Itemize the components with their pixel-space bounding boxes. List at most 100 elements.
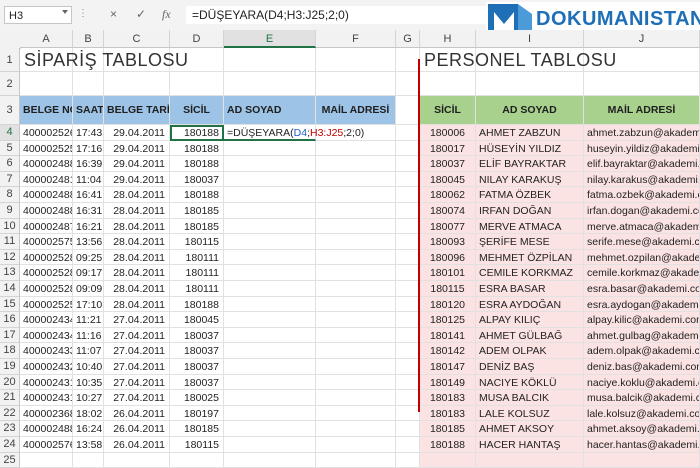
- table-cell[interactable]: esra.basar@akademi.com: [584, 281, 700, 297]
- table-cell[interactable]: 180037: [170, 171, 224, 188]
- cell[interactable]: [396, 187, 420, 203]
- row-header-16[interactable]: 16: [0, 312, 20, 328]
- cell[interactable]: [316, 203, 396, 219]
- table-cell[interactable]: 16:41: [73, 187, 104, 203]
- cell[interactable]: [316, 312, 396, 328]
- row-header-3[interactable]: 3: [0, 96, 20, 125]
- enter-button[interactable]: ✓: [136, 7, 146, 21]
- table-cell[interactable]: 27.04.2011: [104, 343, 170, 359]
- table-cell[interactable]: ŞERİFE MESE: [476, 234, 584, 250]
- formula-edit-cell[interactable]: =DÜŞEYARA(D4;H3:J25;2;0): [224, 125, 364, 141]
- cell[interactable]: [224, 187, 316, 203]
- cell[interactable]: [316, 265, 396, 281]
- table-cell[interactable]: 26.04.2011: [104, 405, 170, 422]
- column-header-j[interactable]: J: [584, 30, 700, 48]
- table-cell[interactable]: 180115: [170, 437, 224, 453]
- cell[interactable]: [224, 140, 316, 157]
- column-header-g[interactable]: G: [396, 30, 420, 48]
- cell[interactable]: [316, 72, 396, 96]
- table-cell[interactable]: 16:24: [73, 421, 104, 437]
- insert-function-button[interactable]: fx: [162, 7, 171, 22]
- table-cell[interactable]: 180045: [420, 171, 476, 188]
- table-cell[interactable]: 4000024338: [20, 343, 73, 359]
- table-cell[interactable]: 180111: [170, 265, 224, 281]
- cell[interactable]: [316, 156, 396, 172]
- table-cell[interactable]: 10:27: [73, 390, 104, 406]
- cell[interactable]: [396, 72, 420, 96]
- row-header-6[interactable]: 6: [0, 156, 20, 172]
- table-cell[interactable]: 13:56: [73, 234, 104, 250]
- row-header-12[interactable]: 12: [0, 249, 20, 266]
- cell[interactable]: [476, 452, 584, 468]
- cell[interactable]: [224, 312, 316, 328]
- table-cell[interactable]: 17:43: [73, 125, 104, 141]
- cell[interactable]: [396, 48, 420, 72]
- cell[interactable]: [316, 171, 396, 188]
- table-cell[interactable]: ALPAY KILIÇ: [476, 312, 584, 328]
- table-cell[interactable]: 180062: [420, 187, 476, 203]
- table-cell[interactable]: esra.aydogan@akademi.c: [584, 296, 700, 313]
- table-cell[interactable]: 180149: [420, 374, 476, 391]
- table-cell[interactable]: 17:16: [73, 140, 104, 157]
- table-cell[interactable]: 4000024310: [20, 390, 73, 406]
- cell[interactable]: [396, 203, 420, 219]
- table-cell[interactable]: ahmet.zabzun@akademi.c: [584, 125, 700, 141]
- row-header-2[interactable]: 2: [0, 72, 20, 96]
- cell[interactable]: [396, 359, 420, 375]
- cell[interactable]: [224, 249, 316, 266]
- row-header-5[interactable]: 5: [0, 140, 20, 157]
- cell[interactable]: [420, 452, 476, 468]
- row-header-10[interactable]: 10: [0, 218, 20, 235]
- table-cell[interactable]: 180074: [420, 203, 476, 219]
- table-cell[interactable]: NACIYE KÖKLÜ: [476, 374, 584, 391]
- cell[interactable]: [170, 72, 224, 96]
- table-cell[interactable]: lale.kolsuz@akademi.co: [584, 405, 700, 422]
- column-header-c[interactable]: C: [104, 30, 170, 48]
- cell[interactable]: [396, 125, 420, 141]
- table-cell[interactable]: 180101: [420, 265, 476, 281]
- table-cell[interactable]: 10:40: [73, 359, 104, 375]
- cell[interactable]: [396, 156, 420, 172]
- cell[interactable]: [396, 171, 420, 188]
- table-cell[interactable]: MEHMET ÖZPİLAN: [476, 249, 584, 266]
- table-cell[interactable]: 18:02: [73, 405, 104, 422]
- column-header-h[interactable]: H: [420, 30, 476, 48]
- table-cell[interactable]: 180183: [420, 390, 476, 406]
- cell[interactable]: [316, 452, 396, 468]
- table-cell[interactable]: 180077: [420, 218, 476, 235]
- cell[interactable]: [396, 296, 420, 313]
- table-cell[interactable]: 10:35: [73, 374, 104, 391]
- table-cell[interactable]: 17:10: [73, 296, 104, 313]
- table-cell[interactable]: 16:31: [73, 203, 104, 219]
- table-cell[interactable]: 11:21: [73, 312, 104, 328]
- cell[interactable]: [316, 48, 396, 72]
- column-header-d[interactable]: D: [170, 30, 224, 48]
- cell[interactable]: [316, 187, 396, 203]
- cell[interactable]: [316, 405, 396, 422]
- table-cell[interactable]: 4000024816: [20, 171, 73, 188]
- cell[interactable]: [316, 281, 396, 297]
- table-cell[interactable]: ahmet.aksoy@akademi.c: [584, 421, 700, 437]
- cell[interactable]: [396, 343, 420, 359]
- table-cell[interactable]: 180017: [420, 140, 476, 157]
- table-cell[interactable]: 4000025761: [20, 437, 73, 453]
- table-cell[interactable]: 4000024887: [20, 187, 73, 203]
- table-cell[interactable]: 11:04: [73, 171, 104, 188]
- table-cell[interactable]: 180006: [420, 125, 476, 141]
- column-header-f[interactable]: F: [316, 30, 396, 48]
- table-cell[interactable]: 4000024884: [20, 203, 73, 219]
- table-cell[interactable]: 180188: [170, 187, 224, 203]
- cell[interactable]: [316, 249, 396, 266]
- table-cell[interactable]: 180147: [420, 359, 476, 375]
- table-cell[interactable]: 180188: [170, 156, 224, 172]
- cell[interactable]: [396, 312, 420, 328]
- table-cell[interactable]: NILAY KARAKUŞ: [476, 171, 584, 188]
- cell[interactable]: [316, 327, 396, 344]
- table-cell[interactable]: 28.04.2011: [104, 249, 170, 266]
- table-cell[interactable]: AHMET ZABZUN: [476, 125, 584, 141]
- cell[interactable]: [396, 437, 420, 453]
- table-cell[interactable]: 27.04.2011: [104, 359, 170, 375]
- table-cell[interactable]: elif.bayraktar@akademi.c: [584, 156, 700, 172]
- table-cell[interactable]: 180120: [420, 296, 476, 313]
- table-cell[interactable]: 28.04.2011: [104, 281, 170, 297]
